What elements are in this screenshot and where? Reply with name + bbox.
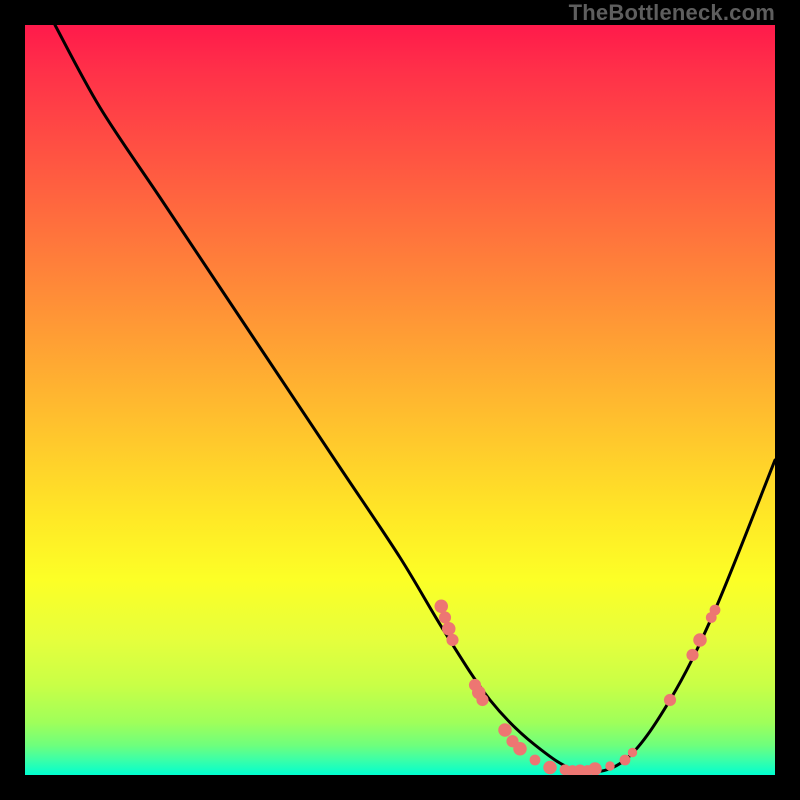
data-point [560, 764, 571, 775]
data-point [442, 622, 456, 636]
data-point [693, 633, 707, 647]
data-point [476, 694, 488, 706]
data-point [469, 679, 481, 691]
data-point [446, 634, 458, 646]
chart-container: TheBottleneck.com [0, 0, 800, 800]
plot-area [25, 25, 775, 775]
data-point [605, 761, 614, 770]
data-point [498, 723, 512, 737]
data-point [566, 765, 578, 775]
data-point [582, 765, 593, 775]
data-point [543, 761, 557, 775]
data-point [472, 686, 486, 700]
marker-group [435, 600, 721, 776]
curve-group [55, 25, 775, 772]
data-point [506, 735, 518, 747]
data-point [620, 755, 631, 766]
data-point [628, 748, 637, 757]
data-point [686, 649, 698, 661]
watermark-text: TheBottleneck.com [569, 0, 775, 25]
data-point [573, 765, 587, 776]
data-point [439, 611, 451, 623]
data-point [710, 605, 721, 616]
data-point [530, 755, 541, 766]
data-point [706, 612, 717, 623]
data-point [435, 600, 449, 614]
data-point [513, 742, 527, 756]
data-point [664, 694, 676, 706]
chart-svg [25, 25, 775, 775]
data-point [588, 762, 602, 775]
bottleneck-curve [55, 25, 775, 772]
